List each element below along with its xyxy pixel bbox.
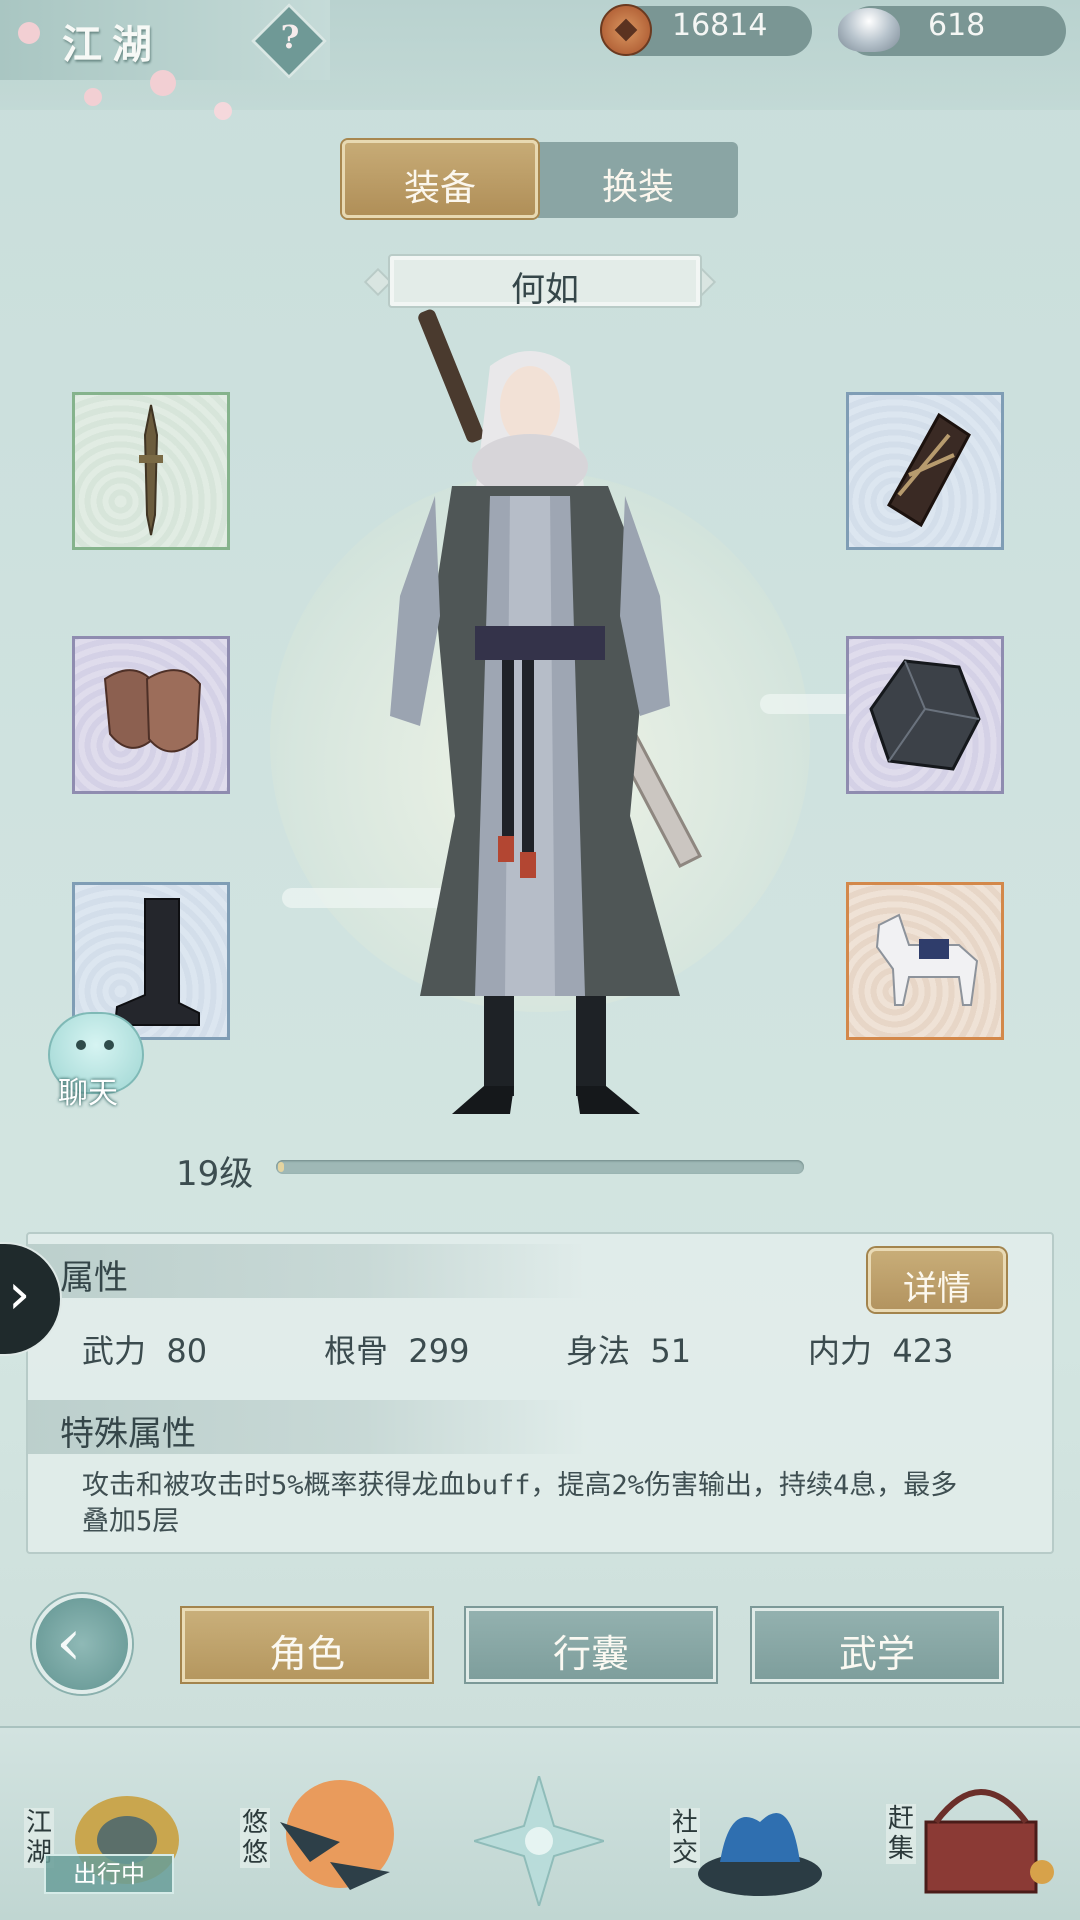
martial-arts-button[interactable]: 武学 xyxy=(752,1608,1002,1682)
silver-ingot-icon xyxy=(838,8,900,52)
chat-label[interactable]: 聊天 xyxy=(58,1068,118,1112)
level-progress-track xyxy=(276,1160,804,1174)
silver-amount: 618 xyxy=(928,8,986,43)
left-leg xyxy=(484,996,514,1096)
details-button-label: 详情 xyxy=(903,1269,971,1309)
dagger-icon xyxy=(139,404,163,536)
stat-value: 423 xyxy=(892,1332,954,1370)
slot-weapon[interactable] xyxy=(72,392,230,550)
slot-bracer[interactable] xyxy=(846,392,1004,550)
compass-star-icon xyxy=(470,1772,608,1910)
social-icon xyxy=(698,1813,822,1896)
level-progress-fill xyxy=(278,1162,284,1172)
youyou-icon xyxy=(280,1780,394,1890)
nav-market[interactable] xyxy=(916,1762,1056,1902)
tab-equip-label: 装备 xyxy=(403,168,476,209)
attributes-title: 属性 xyxy=(60,1258,128,1298)
blossom-decoration xyxy=(84,88,102,106)
chevron-right-icon: › xyxy=(8,1262,31,1327)
chat-eye xyxy=(104,1040,114,1050)
stat-value: 299 xyxy=(408,1332,470,1370)
special-attributes-title: 特殊属性 xyxy=(60,1414,196,1454)
gloves-icon xyxy=(103,669,202,753)
right-boot xyxy=(576,1086,640,1114)
page-title: 江湖 xyxy=(62,21,162,68)
nav-youyou[interactable] xyxy=(270,1772,400,1902)
copper-amount: 16814 xyxy=(672,8,768,43)
character-figure[interactable] xyxy=(380,296,720,1126)
special-attributes-description: 攻击和被攻击时5%概率获得龙血buff，提高2%伤害输出，持续4息，最多叠加5层 xyxy=(82,1470,958,1537)
martial-arts-button-label: 武学 xyxy=(838,1632,915,1676)
stat-value: 51 xyxy=(650,1332,692,1370)
right-leg xyxy=(576,996,606,1096)
tassel xyxy=(498,836,514,862)
tab-equip[interactable]: 装备 xyxy=(342,140,538,218)
tassel xyxy=(520,852,536,878)
bracer-icon xyxy=(886,412,971,528)
tab-swap-label: 换装 xyxy=(601,167,674,208)
slot-gem[interactable] xyxy=(846,636,1004,794)
back-arrow-icon: ‹ xyxy=(56,1606,82,1680)
stat-name: 身法 xyxy=(566,1332,631,1370)
back-button[interactable] xyxy=(32,1594,132,1694)
stat-name: 根骨 xyxy=(324,1332,389,1370)
stat-inner-power: 内力 423 xyxy=(808,1326,953,1372)
nav-youyou-label: 悠悠 xyxy=(240,1808,270,1868)
slot-mount[interactable] xyxy=(846,882,1004,1040)
stat-name: 武力 xyxy=(82,1332,147,1370)
chat-eye xyxy=(76,1040,86,1050)
nav-market-label: 赶集 xyxy=(886,1804,916,1864)
traveling-badge: 出行中 xyxy=(44,1854,174,1894)
stat-agility: 身法 51 xyxy=(566,1326,691,1372)
inventory-button-label: 行囊 xyxy=(552,1632,629,1676)
gem-icon xyxy=(869,659,981,771)
level-label: 19级 xyxy=(176,1154,254,1194)
sword-hilt xyxy=(418,309,484,443)
blossom-decoration xyxy=(18,22,40,44)
stat-constitution: 根骨 299 xyxy=(324,1326,469,1372)
market-basket-icon xyxy=(924,1789,1054,1894)
horse-icon xyxy=(875,913,979,1006)
blossom-decoration xyxy=(150,70,176,96)
nav-center[interactable] xyxy=(470,1772,608,1910)
stat-name: 内力 xyxy=(808,1332,873,1370)
help-icon: ? xyxy=(280,18,300,56)
left-boot xyxy=(452,1086,514,1114)
inventory-button[interactable]: 行囊 xyxy=(466,1608,716,1682)
nav-social-label: 社交 xyxy=(670,1808,700,1868)
belt-tie xyxy=(502,660,514,860)
tab-swap[interactable]: 换装 xyxy=(538,142,738,218)
character-button-label: 角色 xyxy=(268,1632,345,1676)
stat-strength: 武力 80 xyxy=(82,1326,207,1372)
belt-tie xyxy=(522,660,534,860)
belt xyxy=(475,626,605,660)
details-button[interactable]: 详情 xyxy=(868,1248,1006,1312)
character-button[interactable]: 角色 xyxy=(182,1608,432,1682)
left-sleeve xyxy=(390,496,440,726)
slot-gloves[interactable] xyxy=(72,636,230,794)
nav-social[interactable] xyxy=(690,1782,830,1902)
stat-value: 80 xyxy=(166,1332,208,1370)
petal-decoration xyxy=(214,102,232,120)
